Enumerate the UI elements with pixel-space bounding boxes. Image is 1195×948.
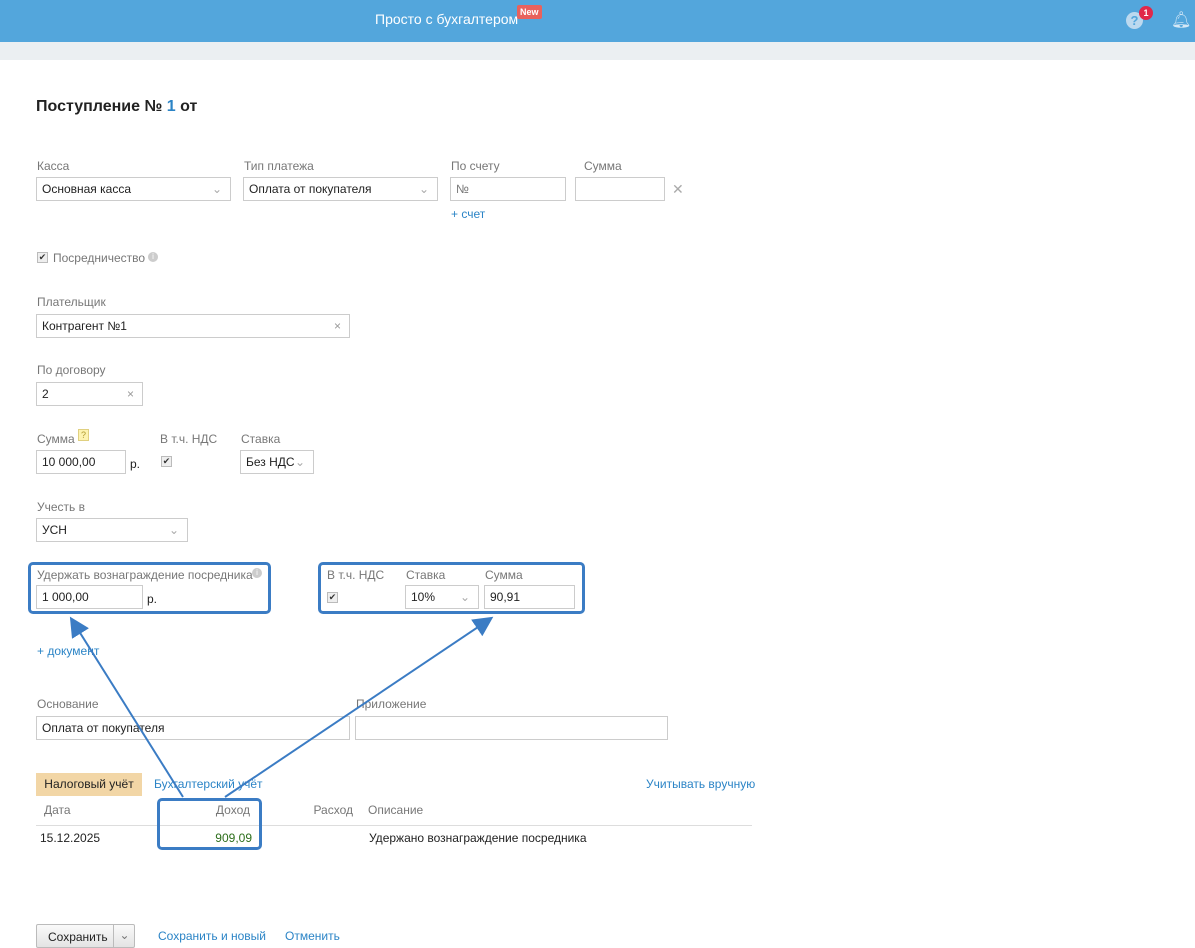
arrow-to-vat-sum	[224, 616, 494, 798]
annotation-arrows	[69, 616, 494, 798]
arrow-to-fee	[69, 616, 184, 798]
